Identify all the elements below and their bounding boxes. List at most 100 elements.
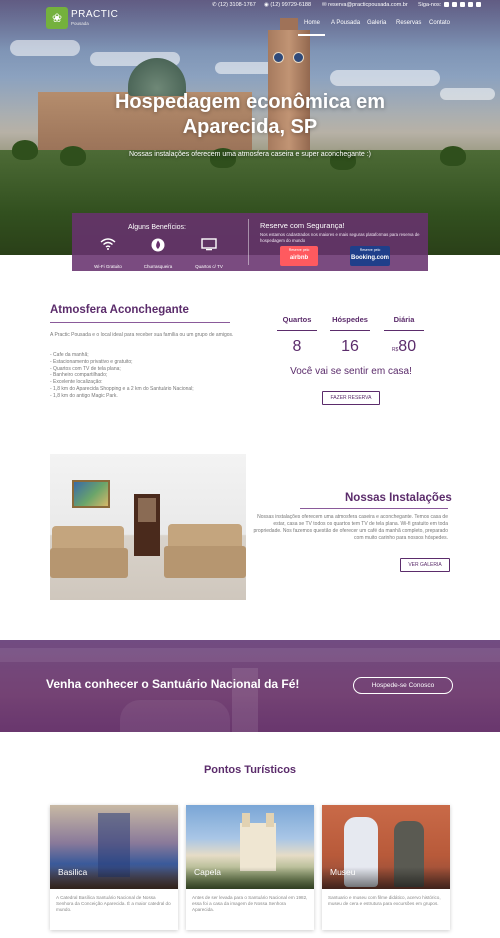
cloud-shape [330,70,440,86]
church-shape [240,823,276,871]
benefit-wifi: Wi-Fi Gratuito [88,238,128,273]
card-basilica-label: Basilica [58,867,88,877]
stat-hospedes-label: Hóspedes [332,315,368,324]
atmosfera-intro: A Practic Pousada e o local ideal para r… [50,332,234,338]
strip-divider [248,219,249,265]
nav-galeria[interactable]: Galeria [367,20,386,26]
stat-divider [330,330,370,331]
benefits-strip: Alguns Benefícios: Wi-Fi Gratuito Churra… [72,213,428,271]
nav-contato[interactable]: Contato [429,20,450,26]
phone-1[interactable]: ✆ (12) 3108-1767 [212,2,256,8]
stat-divider [277,330,317,331]
hero-title: Hospedagem econômica em Aparecida, SP [60,90,440,140]
reserve-button[interactable]: FAZER RESERVA [322,391,380,405]
stat-hospedes: Hóspedes 16 [328,315,372,356]
list-item: - Quartos com TV de tela plana; [50,365,121,372]
nav-home[interactable]: Home [304,20,320,26]
list-item: - Banheiro compartilhado; [50,372,108,379]
cabinet-glass [138,498,156,522]
airbnb-small-label: Reserve pelo [288,248,310,252]
nav-active-indicator [298,34,325,36]
cloud-shape [10,40,80,56]
secure-text: Nos estamos cadastrados nos maiores e ma… [260,232,420,243]
brand-name[interactable]: PRACTIC [71,9,118,20]
flame-icon [150,238,166,252]
stat-number: 8 [292,338,302,355]
atmosfera-list: - Cafe da manhã; - Estacionamento privat… [50,352,260,400]
stat-hospedes-value: 16 [328,338,372,356]
benefit-grill: Churrasqueira [138,238,178,273]
brand-sub: Pousada [71,21,89,26]
benefit-wifi-label: Wi-Fi Gratuito [94,264,122,269]
google-plus-icon[interactable] [468,2,473,7]
facebook-icon[interactable] [444,2,449,7]
instagram-icon[interactable] [460,2,465,7]
card-capela-label: Capela [194,867,221,877]
hero-subtitle: Nossas instalações oferecem uma atmosfer… [128,151,371,158]
benefit-grill-label: Churrasqueira [143,264,173,269]
cloud-shape [440,88,495,100]
benefit-tv: Quartos c/ TV [189,238,229,273]
instalacoes-text: Nossas instalações oferecem uma atmosfer… [253,514,448,541]
atmosfera-underline [50,322,230,323]
tagline: Você vai se sentir em casa! [290,366,412,377]
cloud-shape [215,62,275,74]
clock-icon [273,52,284,63]
booking-logo: Booking.com [350,255,389,261]
instalacoes-underline [300,508,448,509]
stat-diaria-value: R$80 [382,338,426,356]
twitter-icon[interactable] [452,2,457,7]
airbnb-button[interactable]: Reserve pelo airbnb [280,246,318,266]
church-tower-right [266,813,274,827]
palm-tree [12,140,38,160]
booking-small-label: Reserve pelo [359,248,381,252]
nav-a-pousada[interactable]: A Pousada [331,20,360,26]
painting-image [72,480,110,508]
benefits-title: Alguns Benefícios: [128,224,186,231]
phone-2-text: (12) 99729-6188 [270,2,311,8]
tv-icon [201,238,217,252]
stat-quartos: Quartos 8 [275,315,319,356]
stat-quartos-label: Quartos [282,315,312,324]
room-photo [50,454,246,600]
email-text: reserva@practicpousada.com.br [328,2,408,8]
stat-divider [384,330,424,331]
phone-2[interactable]: ◉ (12) 99729-6188 [264,2,311,8]
instalacoes-heading: Nossas Instalações [345,492,452,504]
list-item: - 1,8 km do antigo Magic Park. [50,392,118,399]
secure-title: Reserve com Segurança! [260,221,345,230]
nav-reservas[interactable]: Reservas [396,20,421,26]
list-item: - 1,8 km do Aparecida Shopping e a 2 km … [50,385,194,392]
hero-title-line-1: Hospedagem econômica em [114,91,386,113]
banner-title: Venha conhecer o Santuário Nacional da F… [46,677,300,691]
card-museu-label: Museu [330,867,356,877]
hospede-button[interactable]: Hospede-se Conosco [353,677,453,694]
gallery-button[interactable]: VER GALERIA [400,558,450,572]
sofa-right-seat [164,546,246,578]
youtube-icon[interactable] [476,2,481,7]
hero-title-line-2: Aparecida, SP [182,116,318,138]
card-museu-desc: Santuario e museu com filme didático, ac… [328,895,441,906]
banner-rooftops [0,648,500,662]
email-link[interactable]: ✉ reserva@practicpousada.com.br [322,2,408,8]
logo-icon[interactable]: ❀ [46,7,68,29]
stat-diaria-label: Diária [393,315,415,324]
card-basilica-desc: A Catedral Basílica Santuário Nacional d… [56,895,171,912]
atmosfera-heading: Atmosfera Aconchegante [50,304,189,316]
phone-1-text: (12) 3108-1767 [218,2,256,8]
list-item: - Estacionamento privativo e gratuito; [50,358,133,365]
banner-basilica [120,700,230,732]
wifi-icon [100,238,116,252]
stat-number: 16 [341,338,359,355]
palm-tree [440,146,466,166]
stat-diaria: Diária R$80 [382,315,426,356]
sofa-left-seat [50,548,128,578]
booking-button[interactable]: Reserve pelo Booking.com [350,246,390,266]
airbnb-logo: airbnb [289,255,309,261]
stat-number: 80 [398,338,417,355]
benefit-tv-label: Quartos c/ TV [195,264,223,269]
list-item: - Cafe da manhã; [50,352,89,358]
list-item: - Excelente localização: [50,379,103,386]
stat-quartos-value: 8 [275,338,319,356]
church-tower-left [242,813,250,827]
